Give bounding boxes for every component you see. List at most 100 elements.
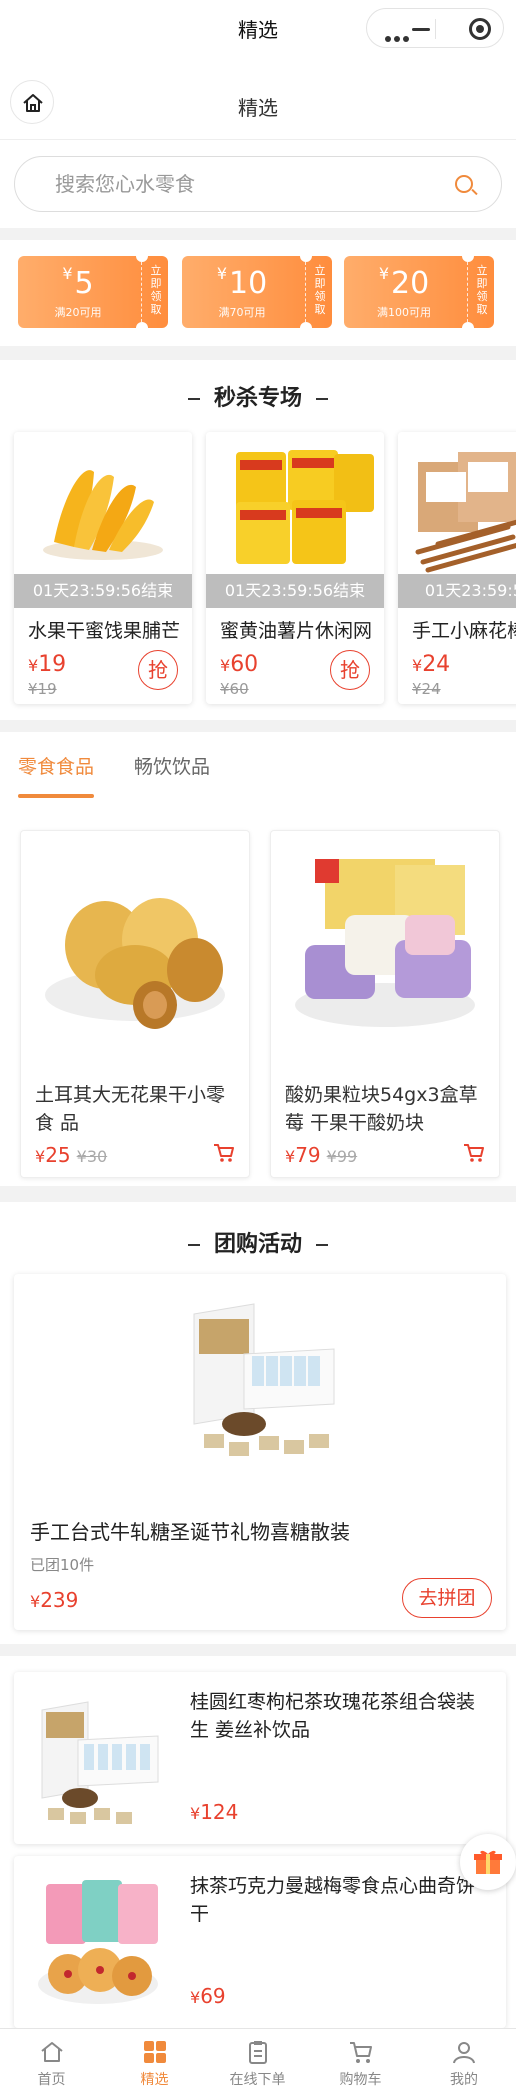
product-image-dried-figs <box>45 898 225 1029</box>
search-icon[interactable] <box>455 175 473 193</box>
add-to-cart-icon[interactable] <box>213 1143 235 1163</box>
coupon-section: ¥5 满20可用 立即领取 ¥10 满70可用 立即领取 ¥20 满100可用 … <box>0 240 516 346</box>
product-price: ¥79 ¥99 <box>285 1143 358 1167</box>
search-box[interactable] <box>14 156 502 212</box>
window-title-bar: 精选 <box>0 0 516 56</box>
product-image-mahua-sticks <box>398 432 516 574</box>
product-card[interactable]: 酸奶果粒块54gx3盒草莓 干果干酸奶块 ¥79 ¥99 <box>270 830 500 1178</box>
product-card[interactable]: 土耳其大无花果干小零食 品 ¥25 ¥30 <box>20 830 250 1178</box>
seckill-card[interactable]: 01天23:59:56结束 水果干蜜饯果脯芒 ¥19 ¥19 抢 <box>14 432 192 704</box>
tabbar-item-featured[interactable]: 精选 <box>103 2029 206 2098</box>
product-price: ¥19 <box>28 652 67 677</box>
tabbar-label: 购物车 <box>339 2072 382 2088</box>
product-name: 土耳其大无花果干小零食 品 <box>35 1084 226 1134</box>
seckill-card[interactable]: 01天23:59:56结束 蜜黄油薯片休闲网 ¥60 ¥60 抢 <box>206 432 384 704</box>
product-price: ¥25 ¥30 <box>35 1143 108 1167</box>
gift-button[interactable] <box>460 1834 516 1890</box>
coupon-amount: 20 <box>391 266 430 301</box>
grab-button[interactable]: 抢 <box>138 650 178 690</box>
tabbar-label: 首页 <box>37 2072 66 2088</box>
grab-button[interactable]: 抢 <box>330 650 370 690</box>
product-name: 酸奶果粒块54gx3盒草莓 干果干酸奶块 <box>285 1084 478 1134</box>
page: 精选 精选 ¥5 满20可用 立即领取 <box>0 0 516 2098</box>
coupon-currency: ¥ <box>378 264 389 283</box>
coupon-card[interactable]: ¥5 满20可用 立即领取 <box>18 256 168 328</box>
minimize-icon[interactable] <box>412 28 430 31</box>
product-name: 抹茶巧克力曼越梅零食点心曲奇饼干 <box>190 1875 476 1925</box>
countdown-timer: 01天23:59:56结束 <box>206 574 384 608</box>
active-tab-indicator <box>18 794 94 798</box>
coupon-condition: 满100可用 <box>377 306 431 319</box>
coupon-amount: 10 <box>229 266 268 301</box>
search-section <box>0 140 516 228</box>
category-tabs: 零食食品 畅饮饮品 <box>0 732 516 802</box>
product-image-matcha-cookies <box>38 1880 158 2004</box>
group-buy-section: 团购活动 手工台式牛轧糖圣诞节礼物喜糖散装 已团10件 ¥239 去拼团 <box>0 1202 516 1644</box>
tab-drinks[interactable]: 畅饮饮品 <box>134 752 210 779</box>
tabbar-item-profile[interactable]: 我的 <box>412 2029 516 2098</box>
product-name: 手工台式牛轧糖圣诞节礼物喜糖散装 <box>30 1520 350 1544</box>
tabbar-item-home[interactable]: 首页 <box>0 2029 103 2098</box>
coupon-claim-label[interactable]: 立即领取 <box>148 264 164 316</box>
home-icon <box>40 2042 63 2062</box>
product-name: 水果干蜜饯果脯芒 <box>28 620 181 642</box>
coupon-currency: ¥ <box>62 264 73 283</box>
coupon-card[interactable]: ¥20 满100可用 立即领取 <box>344 256 494 328</box>
original-price: ¥30 <box>76 1147 108 1166</box>
product-price: ¥24 <box>412 652 451 677</box>
coupon-claim-label[interactable]: 立即领取 <box>474 264 490 316</box>
capsule-divider <box>435 19 436 39</box>
group-buy-heading: 团购活动 <box>0 1226 516 1258</box>
coupon-claim-label[interactable]: 立即领取 <box>312 264 328 316</box>
product-price: ¥124 <box>190 1800 239 1824</box>
miniprogram-capsule <box>366 8 504 48</box>
group-buy-card[interactable]: 手工台式牛轧糖圣诞节礼物喜糖散装 已团10件 ¥239 去拼团 <box>14 1274 506 1630</box>
product-name: 蜜黄油薯片休闲网 <box>220 620 373 642</box>
search-input[interactable] <box>55 169 435 201</box>
product-image-nougat-gift-box <box>193 1303 335 1456</box>
join-group-button[interactable]: 去拼团 <box>402 1578 492 1618</box>
coupon-card[interactable]: ¥10 满70可用 立即领取 <box>182 256 332 328</box>
product-list: 桂圆红枣枸杞茶玫瑰花茶组合袋装生 姜丝补饮品 ¥124 抹茶巧克力曼越梅零食点心… <box>0 1656 516 2028</box>
coupon-divider <box>141 262 142 322</box>
coupon-divider <box>305 262 306 322</box>
gift-icon <box>474 1850 502 1874</box>
seckill-card[interactable]: 01天23:59:56结 手工小麻花棒 ¥24 ¥24 <box>398 432 516 704</box>
page-title: 精选 <box>238 96 278 120</box>
product-price: ¥60 <box>220 652 259 677</box>
seckill-section: 秒杀专场 01天23:59:56结束 水果干蜜饯果脯芒 ¥19 ¥19 抢 01… <box>0 360 516 720</box>
coupon-amount: 5 <box>74 266 94 301</box>
original-price: ¥24 <box>412 680 441 698</box>
bottom-tab-bar: 首页 精选 在线下单 购物车 我的 <box>0 2028 516 2098</box>
countdown-timer: 01天23:59:56结束 <box>14 574 192 608</box>
tabbar-label: 在线下单 <box>229 2072 286 2088</box>
product-image-yogurt-cubes <box>295 859 475 1027</box>
tab-snacks[interactable]: 零食食品 <box>18 752 94 779</box>
coupon-condition: 满20可用 <box>54 306 102 319</box>
grid-icon <box>143 2041 166 2063</box>
coupon-divider <box>467 262 468 322</box>
close-miniprogram-icon[interactable] <box>469 18 491 40</box>
clipboard-icon <box>248 2041 267 2064</box>
tabbar-item-order-online[interactable]: 在线下单 <box>206 2029 309 2098</box>
product-grid: 土耳其大无花果干小零食 品 ¥25 ¥30 酸奶果粒块54gx3盒草莓 干果干酸奶… <box>0 802 516 1186</box>
tabbar-item-cart[interactable]: 购物车 <box>309 2029 412 2098</box>
joined-count: 已团10件 <box>30 1556 95 1574</box>
product-name: 手工小麻花棒 <box>412 620 516 642</box>
coupon-condition: 满70可用 <box>218 306 266 319</box>
navigation-bar: 精选 <box>0 56 516 140</box>
list-item[interactable]: 抹茶巧克力曼越梅零食点心曲奇饼干 ¥69 <box>14 1856 506 2028</box>
user-icon <box>453 2042 475 2064</box>
countdown-timer: 01天23:59:56结 <box>398 574 516 608</box>
cart-icon <box>349 2042 372 2063</box>
product-image-potato-chips <box>206 432 384 574</box>
product-name: 桂圆红枣枸杞茶玫瑰花茶组合袋装生 姜丝补饮品 <box>190 1691 476 1741</box>
more-icon[interactable] <box>385 27 412 46</box>
product-price: ¥69 <box>190 1984 226 2008</box>
original-price: ¥99 <box>326 1147 358 1166</box>
add-to-cart-icon[interactable] <box>463 1143 485 1163</box>
original-price: ¥60 <box>220 680 249 698</box>
list-item[interactable]: 桂圆红枣枸杞茶玫瑰花茶组合袋装生 姜丝补饮品 ¥124 <box>14 1672 506 1844</box>
tabbar-label: 我的 <box>450 2072 478 2088</box>
coupon-currency: ¥ <box>216 264 227 283</box>
